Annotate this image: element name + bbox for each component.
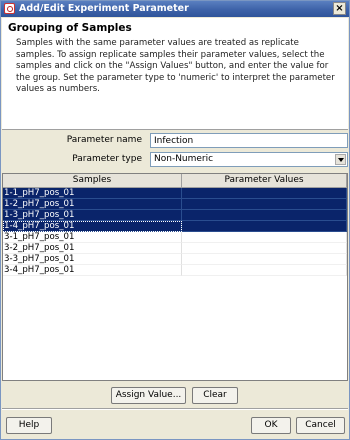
samples-table[interactable]: Samples Parameter Values 1-1_pH7_pos_01 … [2, 173, 348, 381]
sample-cell[interactable]: 1-2_pH7_pos_01 [3, 199, 182, 210]
sample-cell[interactable]: 3-2_pH7_pos_01 [3, 243, 182, 254]
parameter-type-row: Parameter type Non-Numeric [2, 152, 348, 168]
parameter-name-label: Parameter name [66, 135, 142, 145]
parameter-name-row: Parameter name [2, 133, 348, 149]
title-bar[interactable]: Add/Edit Experiment Parameter × [1, 1, 349, 17]
table-row[interactable]: 3-1_pH7_pos_01 [3, 232, 347, 243]
dialog-window: Add/Edit Experiment Parameter × Grouping… [0, 0, 350, 440]
sample-cell[interactable]: 1-3_pH7_pos_01 [3, 210, 182, 221]
chevron-down-icon[interactable] [335, 154, 346, 165]
sample-cell[interactable]: 1-4_pH7_pos_01 [3, 221, 182, 232]
parameter-type-value: Non-Numeric [154, 154, 214, 164]
clear-button[interactable]: Clear [192, 387, 238, 404]
value-cell[interactable] [182, 188, 347, 199]
sample-cell[interactable]: 3-1_pH7_pos_01 [3, 232, 182, 243]
sample-cell[interactable]: 3-4_pH7_pos_01 [3, 265, 182, 276]
value-cell[interactable] [182, 199, 347, 210]
table-header: Samples Parameter Values [3, 174, 347, 188]
table-row[interactable]: 1-1_pH7_pos_01 [3, 188, 347, 199]
value-cell[interactable] [182, 243, 347, 254]
table-row[interactable]: 3-2_pH7_pos_01 [3, 243, 347, 254]
value-cell[interactable] [182, 265, 347, 276]
assign-value-button[interactable]: Assign Value... [111, 387, 186, 404]
value-cell[interactable] [182, 210, 347, 221]
app-icon [4, 3, 15, 14]
cancel-button[interactable]: Cancel [296, 417, 345, 434]
parameter-name-input[interactable] [150, 133, 348, 148]
table-row[interactable]: 1-4_pH7_pos_01 [3, 221, 347, 232]
parameter-type-label: Parameter type [72, 154, 142, 164]
window-title: Add/Edit Experiment Parameter [19, 3, 189, 14]
ok-button[interactable]: OK [251, 417, 291, 434]
sample-cell[interactable]: 1-1_pH7_pos_01 [3, 188, 182, 199]
section-heading: Grouping of Samples [8, 22, 132, 34]
table-row[interactable]: 1-2_pH7_pos_01 [3, 199, 347, 210]
close-button[interactable]: × [333, 2, 346, 15]
value-cell[interactable] [182, 254, 347, 265]
parameter-type-select[interactable]: Non-Numeric [150, 152, 348, 167]
table-row[interactable]: 3-4_pH7_pos_01 [3, 265, 347, 276]
table-body: 1-1_pH7_pos_01 1-2_pH7_pos_01 1-3_pH7_po… [3, 188, 347, 276]
table-row[interactable]: 3-3_pH7_pos_01 [3, 254, 347, 265]
help-button[interactable]: Help [6, 417, 52, 434]
column-header-parameter-values[interactable]: Parameter Values [182, 174, 347, 187]
section-description: Samples with the same parameter values a… [16, 38, 335, 94]
footer-divider [2, 408, 348, 410]
column-header-samples[interactable]: Samples [3, 174, 182, 187]
sample-cell[interactable]: 3-3_pH7_pos_01 [3, 254, 182, 265]
table-row[interactable]: 1-3_pH7_pos_01 [3, 210, 347, 221]
value-cell[interactable] [182, 221, 347, 232]
value-cell[interactable] [182, 232, 347, 243]
info-panel: Grouping of Samples Samples with the sam… [2, 18, 348, 130]
